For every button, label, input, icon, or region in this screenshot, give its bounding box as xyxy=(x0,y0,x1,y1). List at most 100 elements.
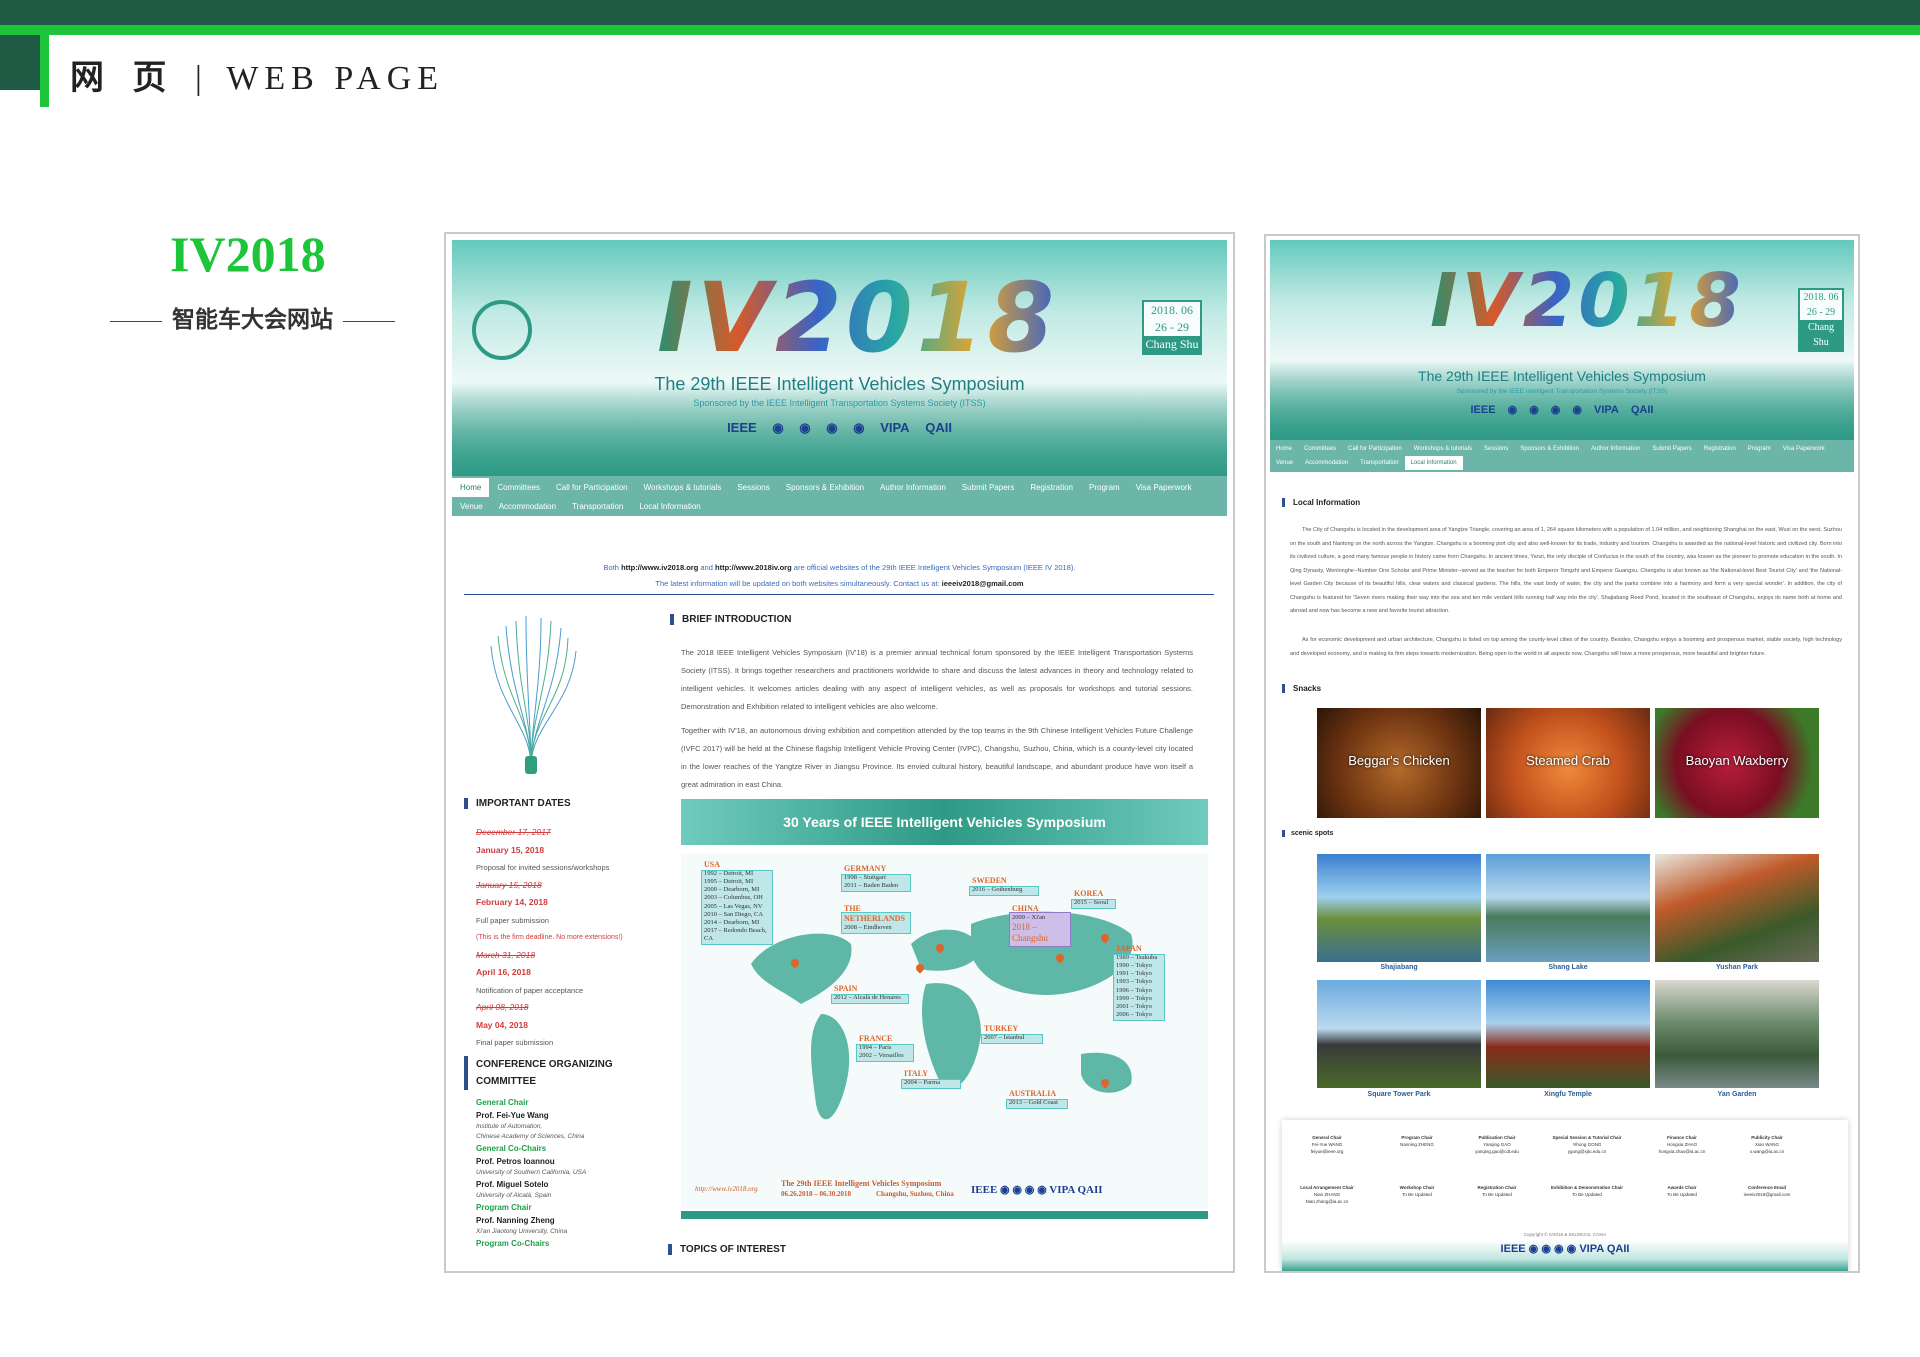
nav-submit[interactable]: Submit Papers xyxy=(954,478,1022,497)
main-nav-2: Home Committees Call for Participation W… xyxy=(1270,440,1854,472)
sponsor-logos-2: IEEE ◉ ◉ ◉ ◉ VIPA QAII xyxy=(1470,404,1654,416)
important-dates-list: December 17, 2017 January 15, 2018 Propo… xyxy=(476,827,623,1047)
vipa-logo: VIPA xyxy=(880,420,910,435)
intro-paragraph-2: Together with IV'18, an autonomous drivi… xyxy=(681,726,1193,789)
homepage-screenshot: IV2018 2018. 06 26 - 29 Chang Shu The 29th… xyxy=(444,232,1235,1273)
nav-transportation[interactable]: Transportation xyxy=(1354,456,1404,470)
spot-photo[interactable] xyxy=(1317,980,1481,1088)
contact-email[interactable]: ieeeiv2018@gmail.com xyxy=(942,579,1024,588)
footer-sponsor-logos: IEEE ◉ ◉ ◉ ◉ VIPA QAII xyxy=(1500,1243,1630,1255)
map-box-sweden: SWEDEN 2016 – Gothenburg xyxy=(969,876,1039,897)
map-footer: http://www.iv2018.org The 29th IEEE Inte… xyxy=(695,1179,1103,1198)
nav-committees[interactable]: Committees xyxy=(489,478,548,497)
spot-caption: Xingfu Temple xyxy=(1544,1091,1592,1098)
spot-photo[interactable] xyxy=(1655,980,1819,1088)
corner-block xyxy=(0,35,40,90)
nav-local[interactable]: Local Information xyxy=(1404,456,1463,470)
local-paragraph-1: The City of Changshu is located in the d… xyxy=(1290,527,1842,614)
spot-photo[interactable] xyxy=(1317,854,1481,962)
footer-col: Conference Email ieeeiv2018@gmail.com xyxy=(1743,1185,1791,1198)
nav-call[interactable]: Call for Participation xyxy=(1342,442,1408,456)
nav-visa[interactable]: Visa Paperwork xyxy=(1777,442,1831,456)
site-link-2[interactable]: http://www.2018iv.org xyxy=(715,563,792,572)
map-box-korea: KOREA 2015 – Seoul xyxy=(1071,889,1116,910)
footer-col: Publication Chair Yanqing GAO yanqing.gao@… xyxy=(1475,1135,1519,1155)
ieee-logo: IEEE xyxy=(727,420,757,435)
site-banner: IV2018 2018. 06 26 - 29 Chang Shu The 29th… xyxy=(452,240,1227,476)
snack-photo[interactable]: Steamed Crab xyxy=(1486,708,1650,818)
site-footer: General Chair Fei-Yue WANG feiyue@ieee.org… xyxy=(1282,1120,1848,1271)
footer-col: Local Arrangement Chair Nian ZHANG Nian.zh… xyxy=(1300,1185,1354,1205)
main-nav: Home Committees Call for Participation W… xyxy=(452,476,1227,516)
nav-registration[interactable]: Registration xyxy=(1698,442,1742,456)
spot-photo[interactable] xyxy=(1655,854,1819,962)
nav-sponsors[interactable]: Sponsors & Exhibition xyxy=(1514,442,1585,456)
nav-accommodation[interactable]: Accommodation xyxy=(491,497,564,516)
nav-home[interactable]: Home xyxy=(452,478,490,497)
map-box-germany: GERMANY 1998 – Stuttgart 2011 – Baden Bad… xyxy=(841,864,911,893)
nav-local[interactable]: Local Information xyxy=(631,497,708,516)
important-dates-heading: IMPORTANT DATES xyxy=(464,798,571,809)
nav-committees[interactable]: Committees xyxy=(1298,442,1342,456)
spot-photo[interactable] xyxy=(1486,980,1650,1088)
sponsor-logos: IEEE ◉ ◉ ◉ ◉ VIPA QAII xyxy=(452,420,1227,436)
site-link-1[interactable]: http://www.iv2018.org xyxy=(621,563,698,572)
snack-photo[interactable]: Baoyan Waxberry xyxy=(1655,708,1819,818)
car-logo-icon xyxy=(472,300,532,360)
map-sponsor-logos: IEEE ◉ ◉ ◉ ◉ VIPA QAII xyxy=(971,1184,1103,1196)
map-box-spain: SPAIN 2012 – Alcalá de Henares xyxy=(831,984,909,1005)
intro-paragraph-1: The 2018 IEEE Intelligent Vehicles Sympo… xyxy=(681,648,1193,711)
nav-author[interactable]: Author Information xyxy=(872,478,954,497)
local-info-screenshot: IV2018 2018. 06 26 - 29 Chang Shu The 29th… xyxy=(1264,234,1860,1273)
nav-home[interactable]: Home xyxy=(1270,442,1298,456)
nav-registration[interactable]: Registration xyxy=(1022,478,1081,497)
nav-visa[interactable]: Visa Paperwork xyxy=(1128,478,1200,497)
spot-photo[interactable] xyxy=(1486,854,1650,962)
page-title: 网 页 | WEB PAGE xyxy=(70,60,445,97)
map-box-japan: JAPAN 1989 – Tsukuba 1990 – Tokyo 1991 – T… xyxy=(1113,944,1165,1021)
nav-author[interactable]: Author Information xyxy=(1585,442,1646,456)
nav-venue[interactable]: Venue xyxy=(1270,456,1299,470)
intro-heading: BRIEF INTRODUCTION xyxy=(670,614,791,625)
symposium-title-2: The 29th IEEE Intelligent Vehicles Sympo… xyxy=(1418,368,1706,384)
spot-caption: Square Tower Park xyxy=(1367,1091,1431,1098)
nav-call[interactable]: Call for Participation xyxy=(548,478,636,497)
map-box-australia: AUSTRALIA 2013 – Gold Coast xyxy=(1006,1089,1068,1110)
site-logo[interactable]: IV2018 xyxy=(657,262,1058,374)
nav-sessions[interactable]: Sessions xyxy=(729,478,777,497)
nav-workshops[interactable]: Workshops & tutorials xyxy=(1408,442,1478,456)
site-banner-2: IV2018 2018. 06 26 - 29 Chang Shu The 29th… xyxy=(1270,240,1854,440)
history-banner: 30 Years of IEEE Intelligent Vehicles Sy… xyxy=(681,799,1208,845)
copyright: Copyright © IV2018 & SKLMCCS, CASIA xyxy=(1523,1232,1607,1237)
nav-program[interactable]: Program xyxy=(1742,442,1777,456)
sponsor-line-2: Sponsored by the IEEE Intelligent Transp… xyxy=(1456,388,1668,395)
spot-caption: Shang Lake xyxy=(1548,964,1588,971)
map-box-turkey: TURKEY 2007 – Istanbul xyxy=(981,1024,1043,1045)
snack-photo[interactable]: Beggar's Chicken xyxy=(1317,708,1481,818)
nav-workshops[interactable]: Workshops & tutorials xyxy=(636,478,730,497)
divider xyxy=(464,594,1214,595)
nav-submit[interactable]: Submit Papers xyxy=(1646,442,1697,456)
footer-col: Special Session & Tutorial Chair Yihong G… xyxy=(1552,1135,1622,1155)
nav-venue[interactable]: Venue xyxy=(452,497,491,516)
top-accent-bar xyxy=(0,25,1920,35)
nav-sessions[interactable]: Sessions xyxy=(1478,442,1514,456)
nav-transportation[interactable]: Transportation xyxy=(564,497,631,516)
spots-heading: scenic spots xyxy=(1282,830,1333,837)
sponsor-line: Sponsored by the IEEE Intelligent Transp… xyxy=(693,398,986,408)
map-bottom-bar xyxy=(681,1211,1208,1219)
world-map: USA 1992 – Detroit, MI 1995 – Detroit, MI… xyxy=(681,854,1208,1209)
site-logo-2[interactable]: IV2018 xyxy=(1430,258,1745,344)
date-box-2: 2018. 06 26 - 29 Chang Shu xyxy=(1798,288,1844,352)
spot-caption: Shajiabang xyxy=(1380,964,1418,971)
nav-program[interactable]: Program xyxy=(1081,478,1128,497)
seal-icon: ◉ xyxy=(772,420,784,435)
nav-accommodation[interactable]: Accommodation xyxy=(1299,456,1354,470)
footer-col: General Chair Fei-Yue WANG feiyue@ieee.org xyxy=(1310,1135,1344,1155)
seal-icon: ◉ xyxy=(826,420,838,435)
footer-col: Publicity Chair Xiao WANG x.wang@ia.ac.cn xyxy=(1749,1135,1785,1155)
nav-sponsors[interactable]: Sponsors & Exhibition xyxy=(778,478,872,497)
symposium-title: The 29th IEEE Intelligent Vehicles Sympo… xyxy=(654,374,1025,394)
map-box-china: CHINA 2009 – Xi'an 2018 – Changshu xyxy=(1009,904,1071,947)
footer-col: Exhibition & Demonstration Chair To Be Up… xyxy=(1550,1185,1623,1198)
